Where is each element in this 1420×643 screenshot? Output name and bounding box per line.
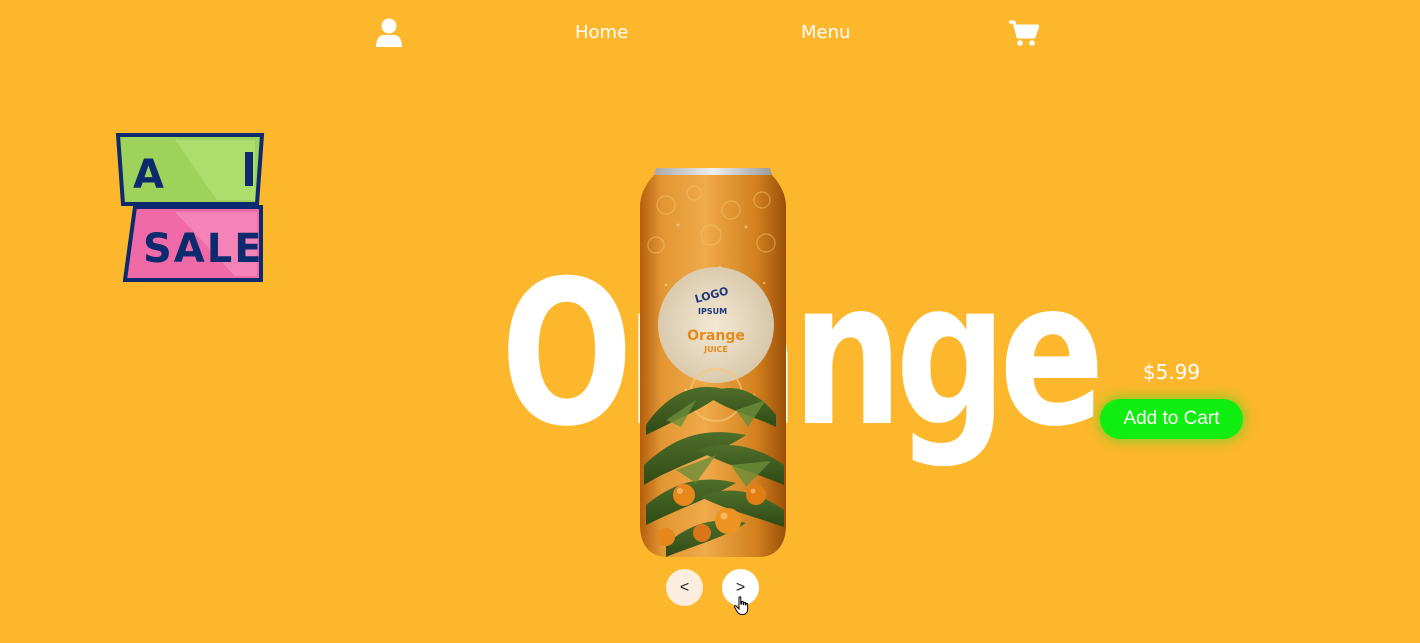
can-flavor-text: Orange — [687, 328, 745, 344]
sale-badge: A SALE — [115, 132, 265, 284]
nav-home-link[interactable]: Home — [575, 18, 628, 48]
badge-letter-a: A — [133, 152, 166, 198]
top-nav: Home Menu — [0, 0, 1420, 68]
carousel-next-button[interactable]: > — [722, 569, 759, 606]
shopping-cart-icon[interactable] — [1009, 20, 1040, 47]
can-logo-line2: IPSUM — [698, 307, 727, 316]
product-price: $5.99 — [1142, 360, 1201, 384]
sale-tag-icon: A SALE — [115, 133, 265, 282]
product-can-image: LOGO IPSUM Orange JUICE — [636, 165, 790, 560]
carousel-prev-button[interactable]: < — [666, 569, 703, 606]
user-icon[interactable] — [375, 18, 403, 48]
can-type-text: JUICE — [703, 345, 728, 354]
badge-sale-text: SALE — [143, 226, 264, 272]
nav-menu-link[interactable]: Menu — [801, 18, 850, 48]
add-to-cart-button[interactable]: Add to Cart — [1100, 399, 1243, 439]
